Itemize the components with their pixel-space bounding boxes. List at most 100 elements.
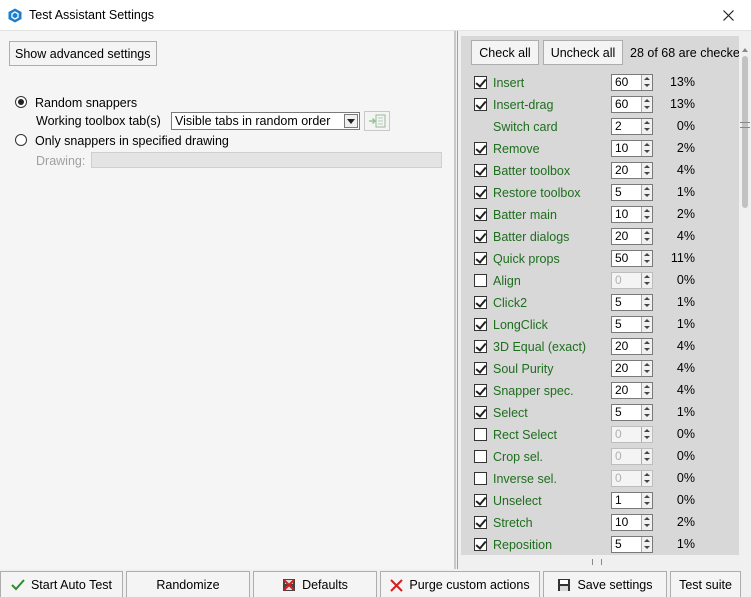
snapper-weight-stepper[interactable]: 10 [611,140,653,157]
snapper-weight-value: 5 [615,537,622,551]
snapper-weight-stepper[interactable]: 5 [611,184,653,201]
test-suite-button[interactable]: Test suite [670,571,741,597]
snapper-checkbox[interactable] [474,252,487,265]
spin-arrows-icon[interactable] [641,75,652,90]
snapper-checkbox[interactable] [474,494,487,507]
snapper-row: Insert 60 13% [461,72,739,94]
spin-arrows-icon[interactable] [641,471,652,486]
purge-custom-actions-label: Purge custom actions [409,578,530,592]
snapper-weight-value: 0 [615,449,622,463]
snapper-row: Batter main 10 2% [461,204,739,226]
snapper-weight-stepper[interactable]: 2 [611,118,653,135]
spin-arrows-icon[interactable] [641,229,652,244]
snapper-weight-stepper[interactable]: 5 [611,536,653,553]
snapper-percent: 4% [676,383,695,397]
spin-arrows-icon[interactable] [641,119,652,134]
snapper-checkbox[interactable] [474,340,487,353]
snapper-checkbox[interactable] [474,318,487,331]
spin-arrows-icon[interactable] [641,273,652,288]
snapper-checkbox[interactable] [474,450,487,463]
hexagon-app-icon [8,8,22,23]
defaults-button[interactable]: Defaults [253,571,377,597]
snapper-percent: 0% [676,119,695,133]
randomize-button[interactable]: Randomize [126,571,250,597]
snapper-checkbox[interactable] [474,208,487,221]
random-snappers-radio[interactable] [15,96,27,108]
snapper-checkbox[interactable] [474,274,487,287]
snapper-checkbox[interactable] [474,538,487,551]
snapper-weight-stepper[interactable]: 20 [611,228,653,245]
snapper-checkbox[interactable] [474,186,487,199]
spin-arrows-icon[interactable] [641,97,652,112]
snapper-checkbox[interactable] [474,384,487,397]
close-button[interactable] [705,0,751,31]
spin-arrows-icon[interactable] [641,163,652,178]
snapper-weight-stepper[interactable]: 5 [611,316,653,333]
spin-arrows-icon[interactable] [641,361,652,376]
save-settings-button[interactable]: Save settings [543,571,667,597]
toolbox-tab-select[interactable]: Visible tabs in random order [171,112,360,130]
snapper-checkbox[interactable] [474,230,487,243]
drawing-field[interactable] [91,152,442,168]
spin-arrows-icon[interactable] [641,295,652,310]
purge-custom-actions-button[interactable]: Purge custom actions [380,571,540,597]
snapper-weight-stepper[interactable]: 60 [611,74,653,91]
spin-arrows-icon[interactable] [641,141,652,156]
snapper-weight-stepper[interactable]: 0 [611,448,653,465]
snapper-weight-stepper[interactable]: 10 [611,206,653,223]
spin-arrows-icon[interactable] [641,339,652,354]
spin-arrows-icon[interactable] [641,537,652,552]
snapper-checkbox[interactable] [474,76,487,89]
spin-arrows-icon[interactable] [641,383,652,398]
drawing-label: Drawing: [36,154,86,168]
spin-arrows-icon[interactable] [641,185,652,200]
snapper-weight-value: 10 [615,515,629,529]
snapper-weight-stepper[interactable]: 5 [611,404,653,421]
snapper-checkbox[interactable] [474,164,487,177]
snapper-weight-stepper[interactable]: 1 [611,492,653,509]
snapper-weight-stepper[interactable]: 0 [611,470,653,487]
spin-arrows-icon[interactable] [641,515,652,530]
snapper-row: Switch card 2 0% [461,116,739,138]
general-settings-pane: Show advanced settings Random snappers W… [0,31,454,569]
show-advanced-settings-button[interactable]: Show advanced settings [9,41,157,66]
spin-arrows-icon[interactable] [641,207,652,222]
horizontal-scrollbar[interactable] [461,555,739,569]
snapper-checkbox[interactable] [474,428,487,441]
snapper-checkbox[interactable] [474,516,487,529]
spin-arrows-icon[interactable] [641,427,652,442]
snapper-checkbox[interactable] [474,472,487,485]
snapper-weight-stepper[interactable]: 20 [611,162,653,179]
snapper-checkbox[interactable] [474,142,487,155]
snapper-weight-stepper[interactable]: 20 [611,338,653,355]
snapper-weight-stepper[interactable]: 20 [611,382,653,399]
toolbox-tab-action-button[interactable] [364,111,390,131]
only-snappers-radio[interactable] [15,134,27,146]
vertical-scrollbar[interactable] [739,36,751,555]
snapper-checkbox[interactable] [474,98,487,111]
snapper-checkbox[interactable] [474,362,487,375]
snapper-weight-stepper[interactable]: 50 [611,250,653,267]
snapper-weight-value: 1 [615,493,622,507]
snapper-weight-stepper[interactable]: 0 [611,426,653,443]
snapper-weight-stepper[interactable]: 0 [611,272,653,289]
spin-arrows-icon[interactable] [641,317,652,332]
snapper-weight-stepper[interactable]: 60 [611,96,653,113]
snapper-checkbox[interactable] [474,406,487,419]
snapper-weight-stepper[interactable]: 10 [611,514,653,531]
scroll-up-icon[interactable] [742,48,748,52]
pane-splitter[interactable] [454,31,456,569]
spin-arrows-icon[interactable] [641,449,652,464]
snapper-row: LongClick 5 1% [461,314,739,336]
snapper-weight-stepper[interactable]: 20 [611,360,653,377]
snapper-checkbox[interactable] [474,296,487,309]
spin-arrows-icon[interactable] [641,493,652,508]
snapper-weight-stepper[interactable]: 5 [611,294,653,311]
toolbox-tab-selected-value: Visible tabs in random order [175,114,331,128]
uncheck-all-button[interactable]: Uncheck all [543,40,623,65]
check-all-button[interactable]: Check all [471,40,539,65]
scroll-thumb[interactable] [742,56,748,208]
spin-arrows-icon[interactable] [641,405,652,420]
start-auto-test-button[interactable]: Start Auto Test [0,571,123,597]
spin-arrows-icon[interactable] [641,251,652,266]
